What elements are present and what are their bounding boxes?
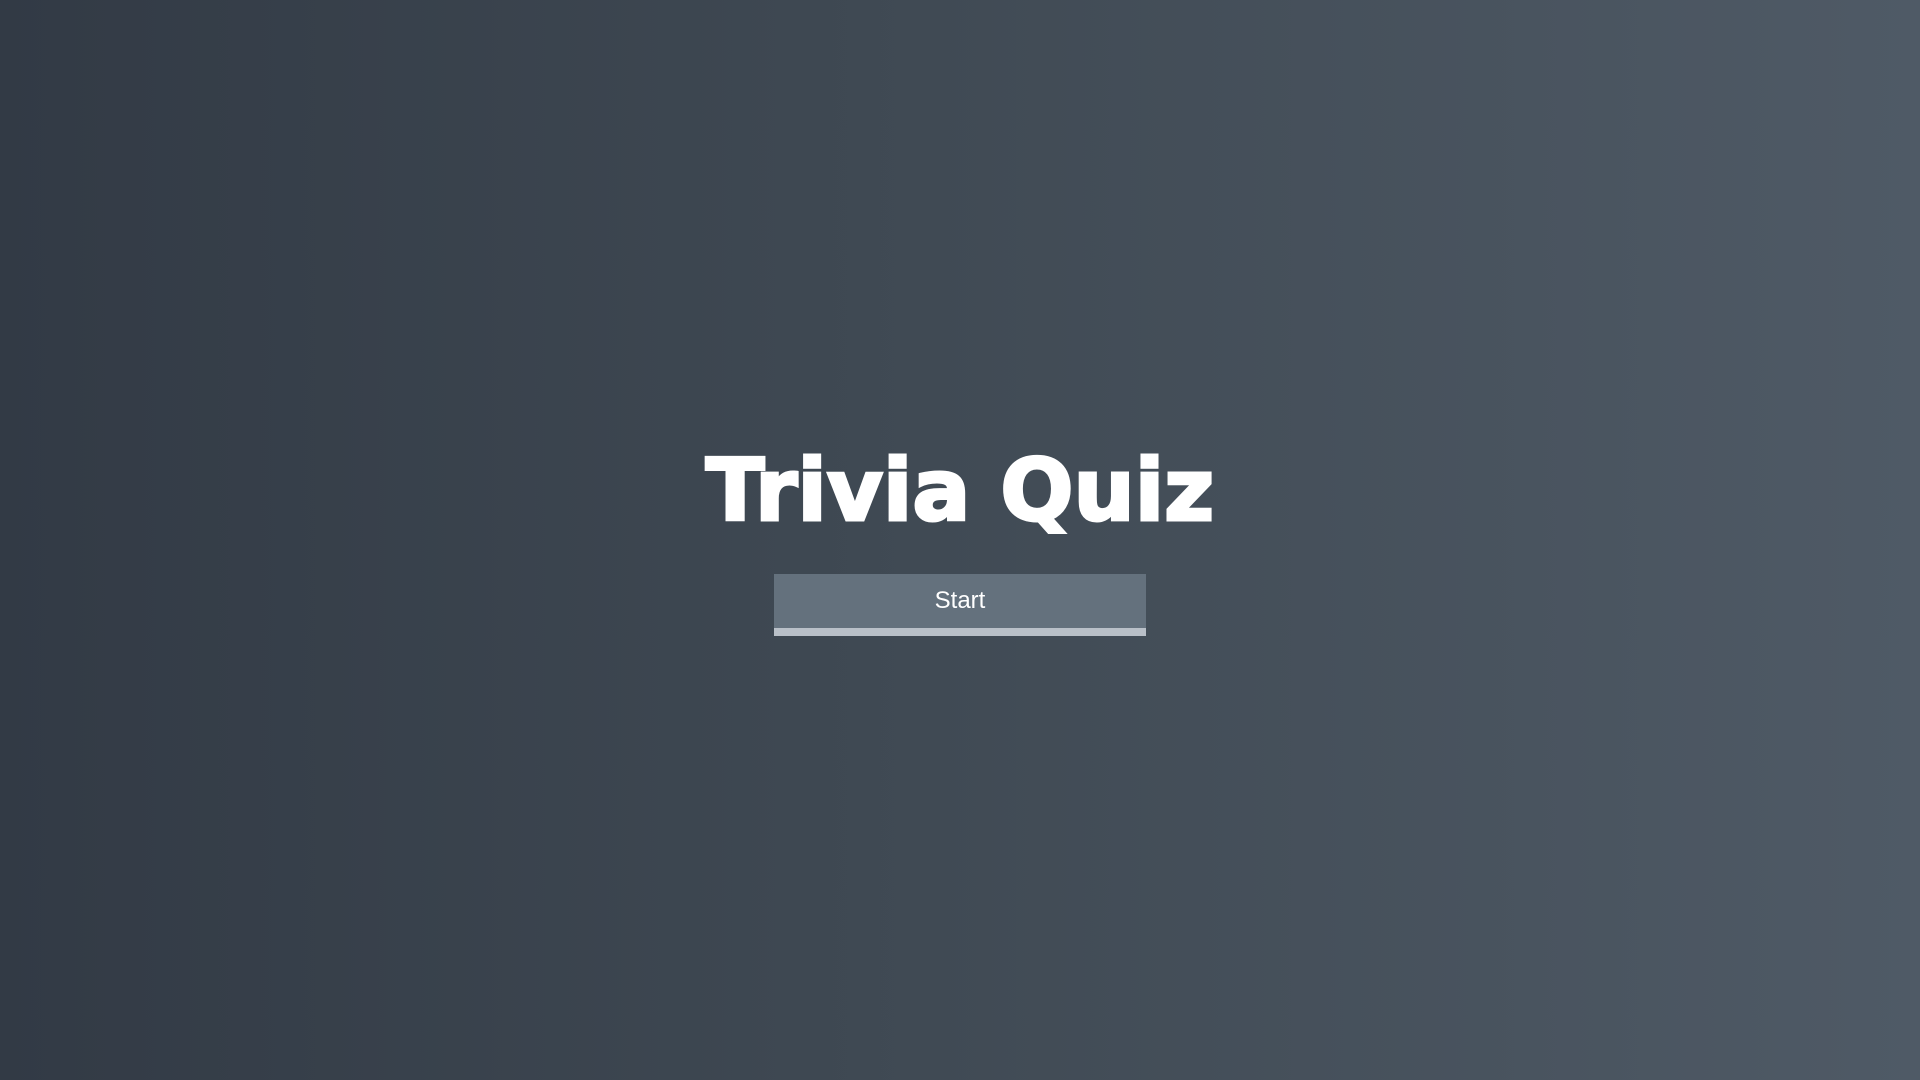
start-button[interactable]: Start xyxy=(774,574,1146,636)
page-title: Trivia Quiz xyxy=(704,441,1215,541)
start-screen: Trivia Quiz Start xyxy=(0,0,1920,1080)
